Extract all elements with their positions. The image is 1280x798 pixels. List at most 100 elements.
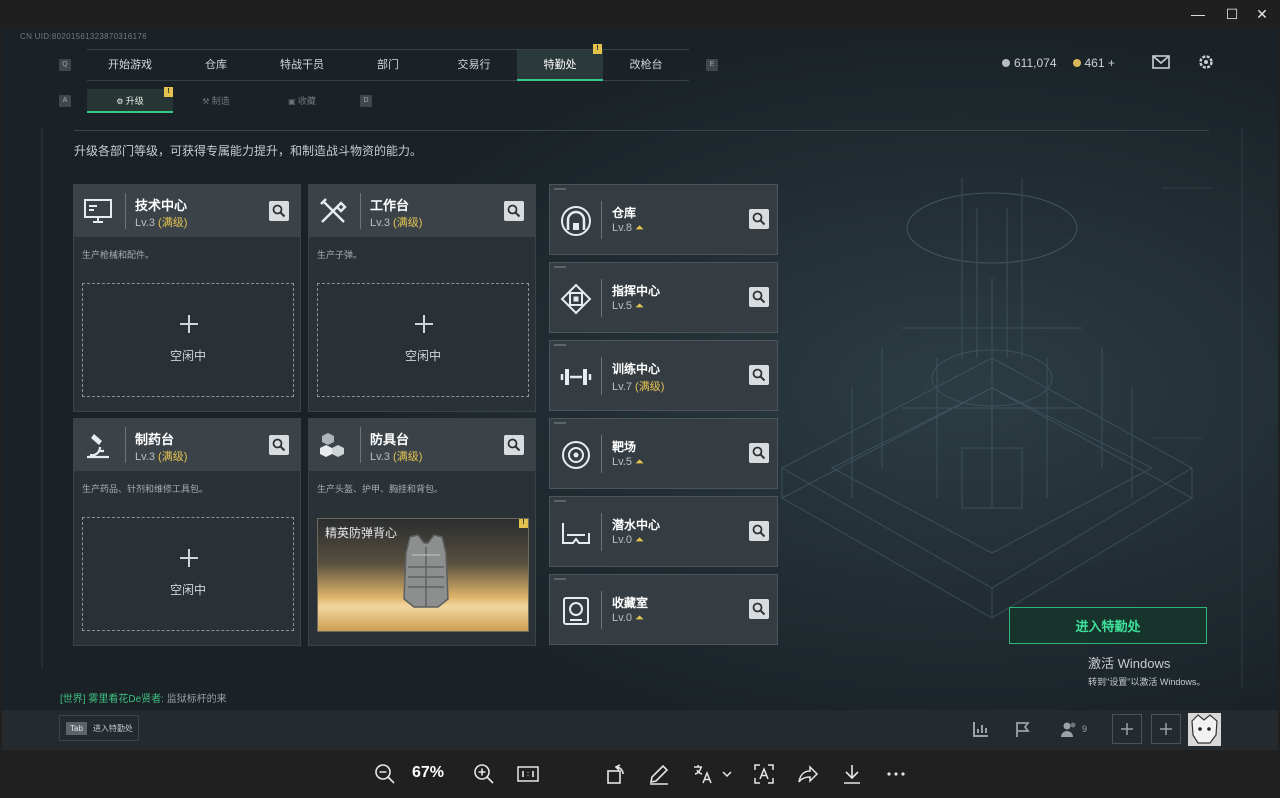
- corner-mark: [554, 422, 566, 424]
- tab-operators[interactable]: 特战干员: [259, 50, 345, 81]
- tab-shortcut[interactable]: Tab 进入特勤处: [59, 715, 139, 741]
- facility-command-center[interactable]: 指挥中心 Lv.5 ⏶: [549, 262, 778, 333]
- tab-market[interactable]: 交易行: [431, 50, 517, 81]
- workbench-description: 生产枪械和配件。: [82, 250, 155, 260]
- key-hint-a: A: [59, 95, 71, 107]
- subtab-collection[interactable]: ▣ 收藏: [259, 89, 345, 113]
- level-max-tag: (满级): [393, 217, 423, 229]
- stats-chart-icon[interactable]: [972, 720, 990, 738]
- text-recognition-icon[interactable]: [752, 762, 776, 786]
- facility-diving-center[interactable]: 潜水中心 Lv.0 ⏶: [549, 496, 778, 567]
- upgrade-chevron-icon: ⏶: [635, 612, 644, 624]
- facility-level: Lv.0 ⏶: [612, 612, 644, 625]
- workbench-card-workbench[interactable]: 工作台 Lv.3 (满级) 生产子弹。 空闲中: [308, 184, 536, 412]
- facility-warehouse[interactable]: 仓库 Lv.8 ⏶: [549, 184, 778, 255]
- idle-production-slot[interactable]: 空闲中: [82, 283, 294, 397]
- key-hint-q: Q: [59, 59, 71, 71]
- level-value: Lv.3: [135, 451, 155, 463]
- chat-channel: [世界]: [60, 694, 86, 705]
- workbench-card-armor[interactable]: 防具台 Lv.3 (满级) 生产头盔、护甲、胸挂和背包。 精英防弹背心 !: [308, 418, 536, 646]
- header-divider: [601, 357, 602, 395]
- subtab-craft[interactable]: ⚒ 制造: [173, 89, 259, 113]
- search-icon[interactable]: [749, 209, 769, 229]
- gold-amount[interactable]: 461 +: [1085, 56, 1115, 70]
- subtab-upgrade[interactable]: ⚙ 升级 !: [87, 87, 173, 113]
- plus-icon: [180, 549, 198, 567]
- download-icon[interactable]: [840, 762, 864, 786]
- zoom-in-icon[interactable]: [472, 762, 496, 786]
- facility-training-center[interactable]: 训练中心 Lv.7 (满级): [549, 340, 778, 411]
- mail-icon[interactable]: [1152, 55, 1170, 69]
- translate-icon[interactable]: [691, 762, 715, 786]
- tab-start-game[interactable]: 开始游戏: [87, 50, 173, 81]
- search-icon[interactable]: [749, 287, 769, 307]
- minimize-button[interactable]: —: [1180, 0, 1216, 28]
- search-icon[interactable]: [504, 201, 524, 221]
- search-icon[interactable]: [269, 201, 289, 221]
- card-header: 防具台 Lv.3 (满级): [309, 419, 535, 471]
- photo-viewer-window: — ☐ ✕ CN UID:80201561323870316176 Q 开始游戏…: [0, 0, 1280, 798]
- search-icon[interactable]: [749, 599, 769, 619]
- collection-icon: ▣: [288, 97, 298, 106]
- avatar[interactable]: [1188, 713, 1221, 746]
- workbench-level: Lv.3 (满级): [135, 448, 187, 464]
- actual-size-icon[interactable]: [516, 762, 540, 786]
- search-icon[interactable]: [749, 365, 769, 385]
- tab-gunsmith[interactable]: 改枪台: [603, 50, 689, 81]
- close-button[interactable]: ✕: [1244, 0, 1280, 28]
- chevron-down-icon[interactable]: [720, 762, 734, 786]
- crafted-item-slot[interactable]: 精英防弹背心 !: [317, 518, 529, 632]
- enter-special-ops-button[interactable]: 进入特勤处: [1009, 607, 1207, 644]
- corner-mark: [554, 266, 566, 268]
- search-icon[interactable]: [749, 443, 769, 463]
- workbench-level: Lv.3 (满级): [370, 448, 422, 464]
- facility-name: 指挥中心: [612, 284, 661, 298]
- search-icon[interactable]: [269, 435, 289, 455]
- level-value: Lv.0: [612, 534, 632, 546]
- activation-title: 激活 Windows: [1088, 656, 1171, 671]
- header-divider: [360, 427, 361, 463]
- upgrade-icon: ⚙: [116, 97, 126, 106]
- header-divider: [601, 201, 602, 239]
- chip-icon: [560, 283, 592, 315]
- tab-special-ops[interactable]: 特勤处 !: [517, 44, 603, 81]
- workbench-card-pharmacy[interactable]: 制药台 Lv.3 (满级) 生产药品、针剂和维修工具包。 空闲中: [73, 418, 301, 646]
- zoom-out-icon[interactable]: [373, 762, 397, 786]
- search-icon[interactable]: [749, 521, 769, 541]
- title-bar: — ☐ ✕: [0, 0, 1280, 28]
- search-icon[interactable]: [504, 435, 524, 455]
- flag-icon[interactable]: [1014, 720, 1032, 738]
- facility-shooting-range[interactable]: 靶场 Lv.5 ⏶: [549, 418, 778, 489]
- slot-status: 空闲中: [169, 349, 206, 363]
- friends-icon[interactable]: [1060, 720, 1078, 738]
- idle-production-slot[interactable]: 空闲中: [82, 517, 294, 631]
- rotate-icon[interactable]: [604, 762, 628, 786]
- share-icon[interactable]: [796, 762, 820, 786]
- workbench-description: 生产药品、针剂和维修工具包。: [82, 484, 209, 494]
- level-max-tag: (满级): [635, 381, 665, 393]
- bottom-bar: 9: [2, 710, 1278, 750]
- plus-icon: [415, 315, 433, 333]
- game-screenshot: CN UID:80201561323870316176 Q 开始游戏 仓库 特战…: [2, 28, 1278, 750]
- more-options-icon[interactable]: [884, 762, 908, 786]
- workbench-card-tech-center[interactable]: 技术中心 Lv.3 (满级) 生产枪械和配件。 空闲中: [73, 184, 301, 412]
- plus-icon: [1121, 723, 1133, 735]
- facility-collection-room[interactable]: 收藏室 Lv.0 ⏶: [549, 574, 778, 645]
- level-max-tag: (满级): [158, 217, 188, 229]
- idle-production-slot[interactable]: 空闲中: [317, 283, 529, 397]
- warehouse-icon: [561, 206, 591, 236]
- key-hint-d: D: [360, 95, 372, 107]
- gear-icon[interactable]: [1197, 53, 1215, 71]
- tab-departments[interactable]: 部门: [345, 50, 431, 81]
- edit-pencil-icon[interactable]: [647, 762, 671, 786]
- world-chat-line[interactable]: [世界] 雾里看花De贤者: 监狱标杆的来: [60, 690, 227, 705]
- add-party-slot-1[interactable]: [1112, 714, 1142, 744]
- add-party-slot-2[interactable]: [1151, 714, 1181, 744]
- tab-warehouse[interactable]: 仓库: [173, 50, 259, 81]
- level-value: Lv.5: [612, 456, 632, 468]
- level-max-tag: (满级): [158, 451, 188, 463]
- chat-message: 监狱标杆的来: [166, 694, 227, 705]
- slot-status: 空闲中: [404, 349, 441, 363]
- facility-level: Lv.7 (满级): [612, 378, 664, 394]
- header-divider: [125, 193, 126, 229]
